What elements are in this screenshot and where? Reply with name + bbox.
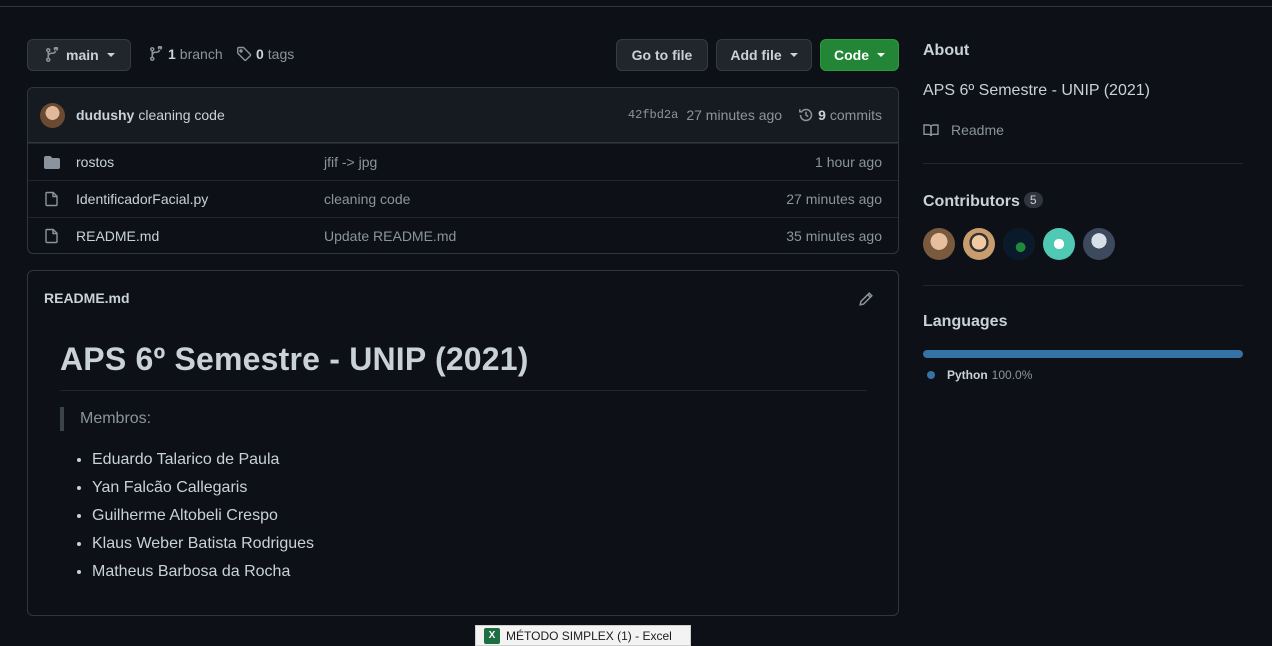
language-color-dot [927, 371, 935, 379]
commit-count-label: commits [829, 107, 882, 123]
file-commit-link[interactable]: Update README.md [324, 228, 456, 244]
go-to-file-button[interactable]: Go to file [616, 39, 708, 71]
avatar[interactable] [1043, 228, 1075, 260]
folder-icon [44, 156, 60, 169]
file-row[interactable]: rostos jfif -> jpg 1 hour ago [28, 143, 898, 180]
commits-history-link[interactable]: 9 commits [798, 107, 882, 123]
book-icon [923, 124, 939, 137]
sidebar-divider [923, 163, 1243, 164]
branch-count-label: branch [179, 46, 223, 62]
tag-count: 0 [256, 46, 264, 62]
contributors-label: Contributors [923, 193, 1020, 210]
code-button[interactable]: Code [820, 39, 899, 71]
chevron-down-icon [877, 53, 885, 57]
file-browser: dudushy cleaning code 42fbd2a 27 minutes… [27, 87, 899, 254]
git-branch-icon [150, 46, 163, 61]
commit-age: 27 minutes ago [686, 107, 783, 123]
file-name-link[interactable]: rostos [76, 154, 114, 170]
file-icon [45, 228, 58, 244]
readme-heading: APS 6º Semestre - UNIP (2021) [60, 341, 529, 377]
commit-count: 9 [818, 107, 826, 123]
branch-select-button[interactable]: main [27, 39, 131, 71]
taskbar-window-preview[interactable]: X MÉTODO SIMPLEX (1) - Excel [475, 625, 691, 646]
chevron-down-icon [106, 53, 115, 57]
language-bar-python [923, 350, 1243, 358]
chevron-down-icon [789, 53, 798, 57]
branches-link[interactable]: 1 branch [148, 46, 223, 62]
heading-divider [60, 390, 867, 391]
file-icon [45, 191, 58, 207]
about-heading: About [923, 42, 970, 59]
file-name-link[interactable]: README.md [76, 228, 159, 244]
commit-sha-link[interactable]: 42fbd2a [628, 108, 678, 122]
branch-count: 1 [168, 46, 176, 62]
readme-link[interactable]: Readme [923, 122, 1004, 138]
excel-icon: X [484, 627, 500, 644]
file-age: 35 minutes ago [786, 228, 882, 244]
language-bar [923, 350, 1243, 358]
tag-count-label: tags [267, 46, 295, 62]
about-description: APS 6º Semestre - UNIP (2021) [923, 82, 1150, 99]
taskbar-preview-title: MÉTODO SIMPLEX (1) - Excel [506, 628, 672, 643]
languages-heading: Languages [923, 313, 1008, 330]
list-item: Guilherme Altobeli Crespo [92, 504, 314, 532]
pencil-icon[interactable] [858, 291, 874, 307]
file-row[interactable]: IdentificadorFacial.py cleaning code 27 … [28, 180, 898, 217]
readme-panel: README.md APS 6º Semestre - UNIP (2021) … [27, 270, 899, 616]
sidebar-divider [923, 285, 1243, 286]
file-commit-link[interactable]: jfif -> jpg [324, 154, 377, 170]
list-item: Matheus Barbosa da Rocha [92, 560, 314, 588]
latest-commit-bar: dudushy cleaning code 42fbd2a 27 minutes… [28, 88, 898, 143]
contributors-heading[interactable]: Contributors 5 [923, 192, 1043, 211]
avatar[interactable] [963, 228, 995, 260]
code-label: Code [834, 47, 869, 63]
list-item: Yan Falcão Callegaris [92, 476, 314, 504]
language-legend-item[interactable]: Python 100.0% [927, 368, 1032, 382]
add-file-label: Add file [730, 47, 782, 63]
language-name: Python [947, 368, 988, 382]
file-commit-link[interactable]: cleaning code [324, 191, 410, 207]
branch-name: main [66, 47, 99, 63]
readme-link-label: Readme [951, 122, 1004, 138]
list-item: Klaus Weber Batista Rodrigues [92, 532, 314, 560]
contributors-count-badge: 5 [1023, 192, 1043, 208]
file-age: 27 minutes ago [786, 191, 882, 207]
add-file-button[interactable]: Add file [716, 39, 812, 71]
tags-link[interactable]: 0 tags [236, 46, 294, 62]
go-to-file-label: Go to file [631, 47, 693, 63]
history-icon [799, 108, 813, 122]
members-list: Eduardo Talarico de Paula Yan Falcão Cal… [92, 448, 314, 588]
avatar[interactable] [1083, 228, 1115, 260]
commit-author-link[interactable]: dudushy [76, 107, 134, 123]
commit-message-link[interactable]: cleaning code [138, 107, 224, 123]
list-item: Eduardo Talarico de Paula [92, 448, 314, 476]
avatar[interactable] [40, 102, 65, 128]
tag-icon [237, 46, 252, 61]
file-name-link[interactable]: IdentificadorFacial.py [76, 191, 208, 207]
git-branch-icon [46, 47, 59, 62]
avatar[interactable] [1003, 228, 1035, 260]
header-divider [0, 6, 1272, 7]
readme-filename-link[interactable]: README.md [44, 290, 130, 306]
language-percent: 100.0% [991, 368, 1033, 382]
file-age: 1 hour ago [815, 154, 882, 170]
readme-blockquote: Membros: [60, 407, 151, 431]
readme-header: README.md [28, 271, 898, 325]
file-row[interactable]: README.md Update README.md 35 minutes ag… [28, 217, 898, 253]
avatar[interactable] [923, 228, 955, 260]
